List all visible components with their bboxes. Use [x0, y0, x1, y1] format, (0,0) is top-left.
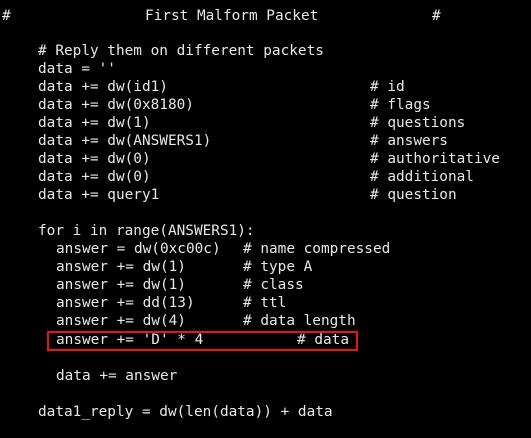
code-line: data += answer [0, 367, 177, 385]
code-comment: # questions [370, 115, 466, 131]
code-comment: # question [370, 187, 457, 203]
code-text: data += dw(id1) [38, 79, 168, 95]
code-comment: # Reply them on different packets [38, 43, 324, 59]
code-line: data += dw(1) # questions [0, 114, 465, 132]
code-comment: # ttl [243, 295, 287, 311]
code-text: data += dw(0) [38, 169, 151, 185]
code-comment: # type A [243, 259, 313, 275]
code-line: data += dw(id1) # id [0, 78, 405, 96]
header-hash-left: # [2, 8, 11, 24]
code-text: answer += dw(1) [56, 277, 186, 293]
code-line: answer += dw(1) # class [0, 276, 304, 294]
terminal-window: # First Malform Packet # # Reply them on… [0, 0, 531, 438]
code-text: data += dw(1) [38, 115, 151, 131]
header-title: First Malform Packet [145, 8, 319, 24]
code-text: data += dw(ANSWERS1) [38, 133, 212, 149]
code-text: answer += dw(1) [56, 259, 186, 275]
code-comment: # id [370, 79, 405, 95]
code-line: answer += dw(4) # data length [0, 312, 356, 330]
code-text: data += query1 [38, 187, 160, 203]
code-line: answer += dw(1) # type A [0, 258, 312, 276]
code-line: data1_reply = dw(len(data)) + data [0, 403, 333, 421]
code-line: data += query1 # question [0, 186, 457, 204]
code-comment: # answers [370, 133, 448, 149]
code-comment: # class [243, 277, 304, 293]
code-line: for i in range(ANSWERS1): [0, 222, 255, 240]
code-text: data += dw(0) [38, 151, 151, 167]
code-line: # Reply them on different packets [0, 42, 324, 60]
code-line: data += dw(ANSWERS1) # answers [0, 132, 448, 150]
code-line-highlighted: answer += 'D' * 4 # data [0, 331, 349, 349]
code-line: answer = dw(0xc00c) # name compressed [0, 240, 390, 258]
code-line: answer += dd(13) # ttl [0, 294, 286, 312]
code-line: data = '' [0, 60, 116, 78]
code-comment: # authoritative [370, 151, 500, 167]
code-text: answer = dw(0xc00c) [56, 241, 221, 257]
code-line: data += dw(0) # authoritative [0, 150, 500, 168]
code-text: data += answer [56, 368, 178, 384]
code-text: answer += dd(13) [56, 295, 195, 311]
code-text: data += dw(0x8180) [38, 97, 194, 113]
code-text: answer += dw(4) [56, 313, 186, 329]
code-comment: # name compressed [243, 241, 391, 257]
code-line: data += dw(0x8180) # flags [0, 96, 431, 114]
code-text: data = '' [38, 61, 116, 77]
header-line: # First Malform Packet # [0, 7, 441, 25]
header-hash-right: # [432, 8, 441, 24]
code-text: for i in range(ANSWERS1): [38, 223, 255, 239]
highlight-box [47, 331, 358, 351]
code-text: data1_reply = dw(len(data)) + data [38, 404, 333, 420]
code-line: data += dw(0) # additional [0, 168, 474, 186]
code-comment: # flags [370, 97, 431, 113]
code-comment: # additional [370, 169, 474, 185]
code-comment: # data length [243, 313, 356, 329]
